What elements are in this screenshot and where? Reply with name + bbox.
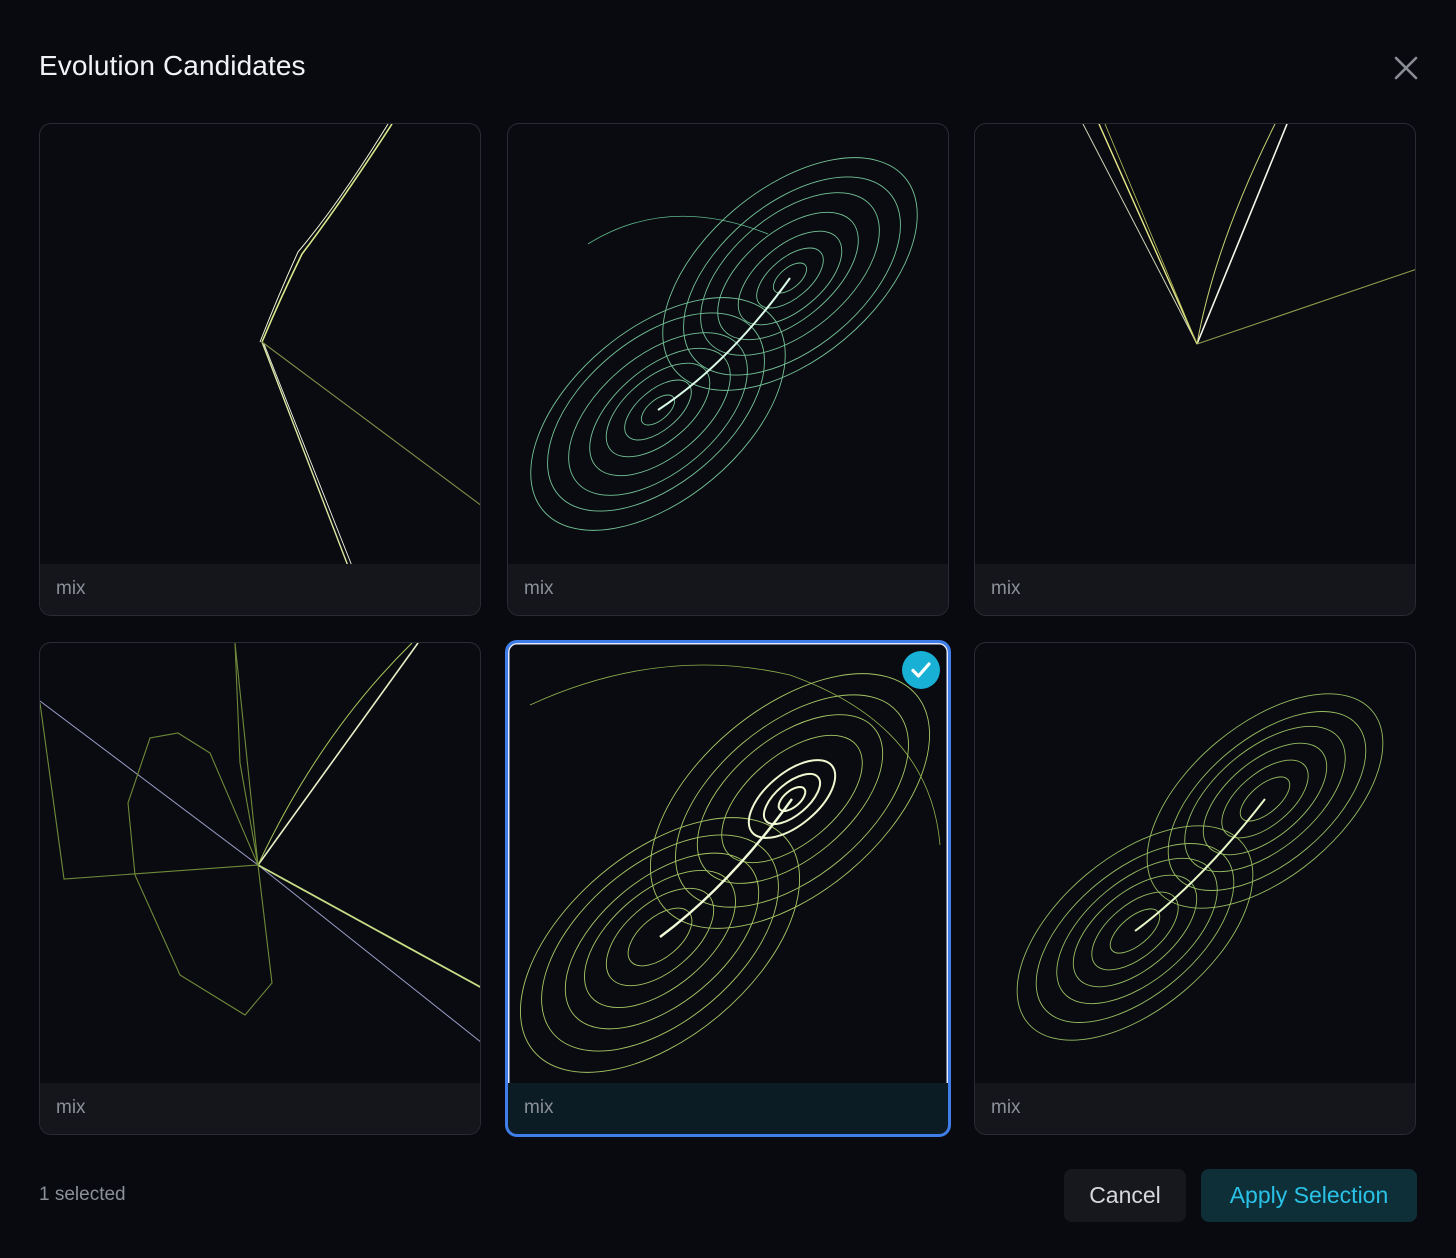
candidate-label-4: mix bbox=[56, 1097, 86, 1118]
candidate-preview-4 bbox=[40, 643, 480, 1043]
candidate-preview-3 bbox=[1082, 124, 1415, 345]
cancel-button[interactable]: Cancel bbox=[1064, 1169, 1186, 1222]
candidate-footer-2: mix bbox=[508, 564, 948, 615]
candidate-footer-6: mix bbox=[975, 1083, 1415, 1134]
selection-status: 1 selected bbox=[39, 1184, 126, 1205]
candidate-preview-2 bbox=[530, 157, 918, 531]
candidate-label-1: mix bbox=[56, 578, 86, 599]
candidate-card-2[interactable]: mix bbox=[507, 123, 949, 616]
candidate-card-4[interactable]: mix bbox=[39, 642, 481, 1135]
evolution-dialog: Evolution Candidates mix mix mix mix mix… bbox=[0, 0, 1456, 1258]
close-icon bbox=[1394, 56, 1418, 80]
candidate-preview-6 bbox=[1016, 693, 1384, 1041]
candidate-preview-1 bbox=[259, 124, 480, 566]
candidate-label-5: mix bbox=[524, 1097, 554, 1118]
candidate-card-5[interactable]: mix bbox=[505, 640, 951, 1137]
candidate-card-3[interactable]: mix bbox=[974, 123, 1416, 616]
candidate-preview-5 bbox=[520, 664, 941, 1073]
candidate-label-6: mix bbox=[991, 1097, 1021, 1118]
selected-check-badge bbox=[902, 651, 940, 689]
candidate-label-2: mix bbox=[524, 578, 554, 599]
close-button[interactable] bbox=[1388, 50, 1424, 86]
candidate-card-1[interactable]: mix bbox=[39, 123, 481, 616]
candidate-card-6[interactable]: mix bbox=[974, 642, 1416, 1135]
candidate-footer-4: mix bbox=[40, 1083, 480, 1134]
candidate-footer-3: mix bbox=[975, 564, 1415, 615]
candidate-label-3: mix bbox=[991, 578, 1021, 599]
apply-selection-button[interactable]: Apply Selection bbox=[1201, 1169, 1417, 1222]
check-icon bbox=[911, 662, 931, 678]
dialog-title: Evolution Candidates bbox=[39, 50, 306, 81]
candidate-footer-5: mix bbox=[508, 1083, 948, 1134]
candidate-footer-1: mix bbox=[40, 564, 480, 615]
